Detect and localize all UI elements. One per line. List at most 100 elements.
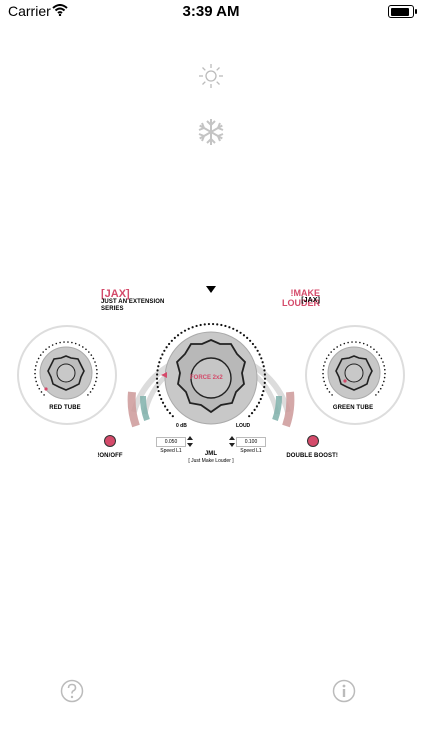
red-tube-knob[interactable]	[27, 335, 105, 413]
scale-dot	[191, 326, 194, 329]
scale-max-label: LOUD	[236, 423, 251, 429]
scale-dot	[159, 357, 162, 360]
scale-dot	[379, 387, 382, 390]
scale-dot	[343, 342, 346, 345]
scale-dot	[92, 357, 95, 360]
left-speed-field[interactable]: 0.050	[156, 437, 186, 447]
left-speed-stepper-icon[interactable]	[187, 436, 193, 447]
scale-dot	[156, 385, 159, 389]
scale-dot	[34, 376, 37, 379]
scale-dot	[39, 354, 42, 356]
scale-dot	[183, 329, 187, 332]
help-icon[interactable]	[60, 679, 84, 703]
scale-dot	[370, 346, 372, 348]
scale-dot	[43, 394, 45, 396]
double-boost-led[interactable]	[307, 435, 319, 447]
scale-dot	[166, 408, 169, 411]
on-off-led[interactable]	[104, 435, 116, 447]
scale-dot	[324, 361, 326, 363]
scale-dot	[263, 369, 266, 372]
on-off-label: !ON/OFF	[97, 453, 123, 459]
scale-dot	[82, 346, 84, 348]
scale-dot	[220, 323, 223, 327]
scale-dot	[323, 380, 325, 383]
green-tube-knob[interactable]	[315, 335, 393, 413]
scale-dot	[167, 342, 171, 346]
scale-dot	[326, 387, 329, 390]
scale-dot	[355, 341, 357, 343]
scale-dot	[260, 357, 263, 360]
scale-dot	[155, 377, 159, 380]
scale-dot	[251, 342, 255, 346]
right-speed-stepper-icon[interactable]	[229, 436, 235, 447]
clock: 3:39 AM	[182, 3, 240, 20]
main-knob-label: FORCE 2x2	[190, 375, 223, 381]
scale-dot	[203, 323, 206, 326]
scale-dot	[40, 391, 43, 393]
scale-dot	[359, 341, 361, 344]
scale-dot	[322, 368, 324, 371]
right-speed-field[interactable]: 0.100	[236, 437, 266, 447]
scale-dot	[89, 391, 92, 393]
scale-dot	[161, 401, 165, 404]
scale-dot	[250, 412, 254, 415]
scale-dot	[239, 331, 242, 334]
scale-dot	[253, 408, 256, 411]
scale-dot	[173, 336, 176, 339]
scale-dot	[85, 348, 87, 351]
scale-dot	[362, 342, 365, 345]
scale-dot	[45, 348, 47, 351]
scale-dot	[324, 384, 327, 386]
scale-dot	[176, 334, 180, 337]
scale-dot	[71, 341, 73, 344]
scale-dot	[255, 405, 259, 408]
scale-dot	[199, 323, 202, 327]
scale-dot	[35, 365, 37, 367]
jml-title: JML	[204, 451, 218, 457]
scale-dot	[383, 380, 385, 383]
scale-dot	[157, 389, 160, 393]
scale-dot	[48, 346, 50, 348]
scale-dot	[163, 405, 167, 408]
scale-dot	[96, 372, 98, 375]
scale-dot	[160, 397, 163, 401]
scale-dot	[91, 387, 94, 390]
scale-dot	[158, 361, 161, 364]
scale-dot	[168, 412, 172, 415]
scale-dot	[163, 349, 166, 352]
scale-dot	[156, 381, 159, 384]
scale-dot	[347, 341, 349, 344]
battery-icon	[388, 5, 417, 18]
scale-dot	[323, 365, 325, 367]
scale-dot	[224, 324, 227, 328]
scale-dot	[37, 357, 40, 360]
scale-dot	[34, 372, 36, 375]
scale-dot	[322, 376, 325, 379]
scale-dot	[67, 341, 69, 343]
scale-dot	[256, 349, 259, 352]
scale-dot	[36, 384, 39, 386]
scale-dot	[165, 346, 168, 349]
scale-dot	[180, 331, 183, 334]
scale-dot	[157, 365, 160, 368]
scale-dot	[262, 365, 265, 368]
left-speed-label: Speed L1	[160, 448, 182, 454]
scale-dot	[95, 376, 98, 379]
info-icon[interactable]	[332, 679, 356, 703]
scale-dot	[257, 401, 261, 404]
scale-dot	[59, 341, 61, 344]
scale-dot	[55, 342, 58, 345]
scale-dot	[336, 346, 338, 348]
double-boost-label: DOUBLE BOOST!	[286, 453, 338, 459]
scale-dot	[74, 342, 77, 345]
scale-dot	[211, 322, 215, 326]
snowflake-icon[interactable]	[196, 117, 226, 147]
scale-dot	[339, 344, 342, 346]
scale-dot	[171, 415, 174, 418]
scale-dot	[161, 353, 164, 356]
scale-dot	[381, 384, 384, 386]
brightness-icon[interactable]	[198, 63, 224, 89]
scale-dot	[263, 385, 266, 389]
scale-dot	[333, 348, 335, 351]
scale-dot	[187, 327, 190, 330]
